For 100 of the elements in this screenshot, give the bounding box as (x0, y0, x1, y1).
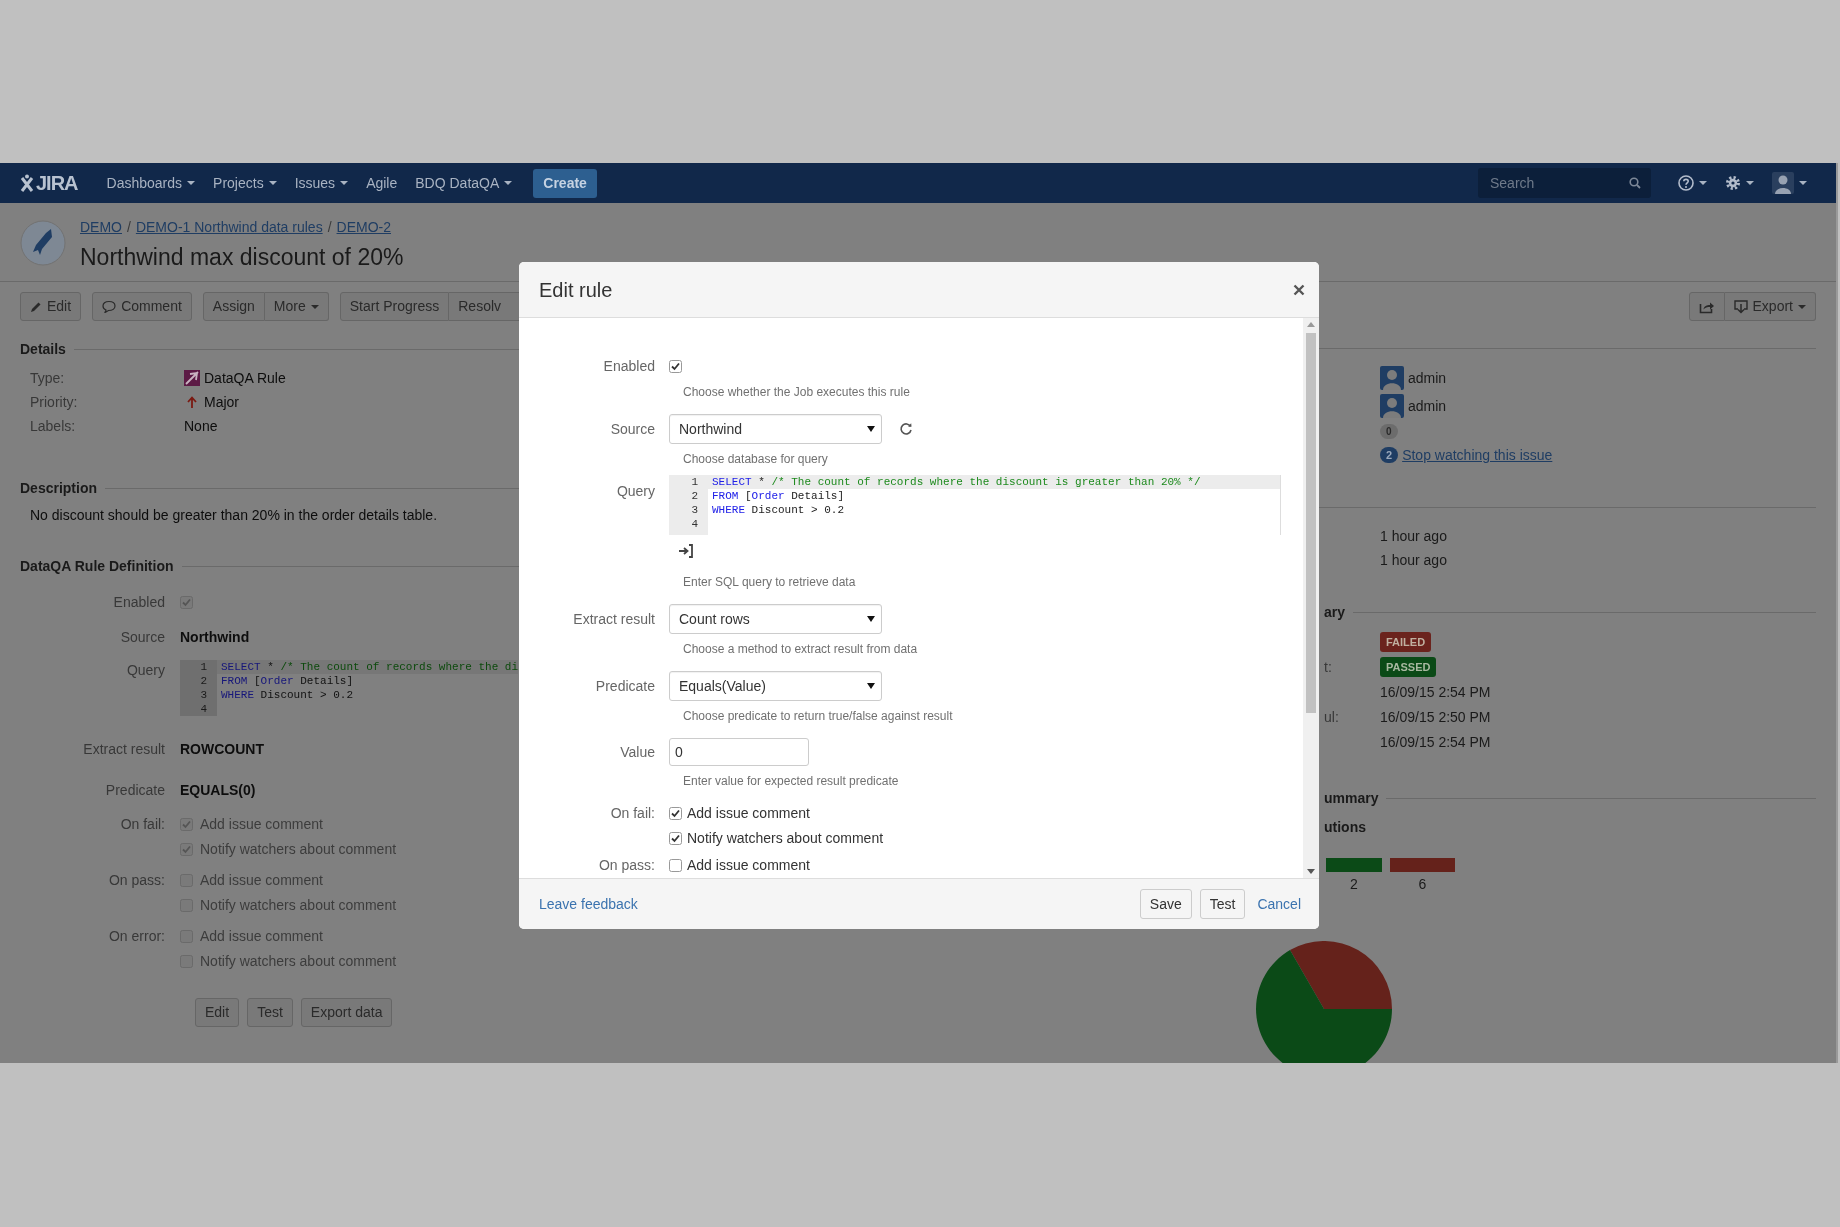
field-value: ROWCOUNT (180, 739, 264, 759)
breadcrumb-link[interactable]: DEMO-1 Northwind data rules (135, 217, 323, 238)
toolbar-button[interactable]: Export (1724, 292, 1816, 321)
help-text: Choose a method to extract result from data (683, 641, 919, 658)
checkbox[interactable] (669, 360, 682, 373)
field-label: t: (1324, 658, 1332, 675)
date-text: 16/09/15 2:54 PM (1380, 732, 1491, 752)
field-label: Enabled (602, 357, 656, 376)
breadcrumb-separator: / (327, 218, 332, 237)
down-arrow-icon[interactable] (1307, 869, 1315, 874)
dropdown-arrow-icon (867, 616, 875, 622)
field-label: Labels: (29, 416, 77, 436)
watch-link[interactable]: Stop watching this issue (1402, 444, 1553, 466)
field-value: DataQA Rule (204, 368, 286, 388)
dropdown-arrow-icon (867, 683, 875, 689)
user-name: admin (1408, 368, 1447, 388)
field-label: On pass: (597, 856, 656, 875)
line-number: 1 (199, 660, 207, 674)
checkbox[interactable] (180, 842, 193, 856)
breadcrumb-link[interactable]: DEMO-2 (336, 217, 391, 238)
description-text: No discount should be greater than 20% in the order details table. (30, 507, 438, 523)
toolbar-button[interactable]: Assign (202, 292, 265, 321)
dialog-button[interactable]: Test (1199, 889, 1246, 919)
checkbox-label: Notify watchers about comment (200, 839, 397, 859)
code-line: FROM [Order Details] (711, 489, 846, 503)
toolbar-button[interactable]: Edit (20, 292, 82, 321)
line-number: 1 (690, 475, 698, 489)
field-label: Predicate (594, 676, 656, 696)
bar-label: 6 (1418, 875, 1427, 894)
vote-count: 0 (1380, 423, 1398, 439)
field-value: EQUALS(0) (180, 780, 256, 800)
create-button[interactable]: Create (533, 168, 597, 198)
value-field[interactable]: 0 (669, 738, 809, 766)
share-button[interactable] (1688, 292, 1725, 321)
avatar-icon (1772, 172, 1794, 194)
nav-menu[interactable]: BDQ DataQA (406, 163, 522, 203)
line-number: 4 (199, 702, 207, 716)
rule-button[interactable]: Export data (300, 998, 393, 1027)
caret-icon (1746, 181, 1754, 185)
field-label: On fail: (119, 814, 166, 834)
rule-button[interactable]: Edit (195, 998, 240, 1027)
line-number: 3 (690, 503, 698, 517)
field-label: Priority: (29, 392, 79, 412)
up-arrow-icon[interactable] (1307, 322, 1315, 327)
help-text: Choose whether the Job executes this rule (683, 384, 911, 401)
checkbox-label: Add issue comment (200, 814, 323, 834)
rule-button[interactable]: Test (247, 998, 293, 1027)
toolbar-button[interactable]: More (264, 292, 329, 321)
nav-menu[interactable]: Agile (357, 163, 407, 203)
checkbox-label: Add issue comment (687, 856, 810, 875)
field-label: Extract result (572, 609, 656, 629)
date-text: 16/09/15 2:54 PM (1380, 682, 1491, 702)
dropdown-field[interactable]: Northwind (669, 414, 882, 444)
logo-icon (20, 174, 34, 192)
checkbox[interactable] (669, 859, 682, 872)
field-label: Value (619, 742, 656, 762)
field-label: Source (119, 627, 166, 647)
section-heading: ummary (1324, 788, 1816, 809)
scrollbar-thumb[interactable] (1306, 333, 1316, 713)
help-icon (1678, 175, 1694, 191)
field-value: Major (204, 392, 239, 412)
dropdown-field[interactable]: Count rows (669, 604, 882, 634)
breadcrumb-link[interactable]: DEMO (80, 217, 122, 238)
checkbox[interactable] (669, 832, 682, 845)
refresh-icon[interactable] (899, 422, 913, 436)
insert-icon[interactable] (678, 543, 694, 559)
nav-menu[interactable]: Projects (204, 163, 286, 203)
bar-label: 2 (1350, 875, 1358, 894)
status-badge: FAILED (1380, 631, 1432, 653)
checkbox[interactable] (180, 595, 193, 609)
pencil-icon (30, 300, 42, 313)
up-arrow-icon (184, 395, 200, 409)
help-text: Choose predicate to return true/false against result (683, 708, 954, 725)
download-icon (1733, 299, 1748, 314)
close-button[interactable] (1293, 283, 1305, 296)
feedback-link[interactable]: Leave feedback (539, 893, 638, 915)
caret-icon (1699, 181, 1707, 185)
code-line: WHERE Discount > 0.2 (711, 503, 846, 517)
caret-icon (1799, 181, 1807, 185)
scrollbar[interactable] (1303, 318, 1319, 878)
code-editor[interactable]: 1 2 3 4 SELECT * /* The count of records where the discount is greater than 20% */ FROM [Order Details] WHERE Discount > 0.2 (669, 475, 1281, 535)
nav-menu[interactable]: Dashboards (97, 163, 205, 203)
nav-menu[interactable]: Issues (285, 163, 358, 203)
checkbox[interactable] (669, 807, 682, 820)
field-label: ul: (1324, 708, 1339, 725)
checkbox[interactable] (180, 817, 193, 831)
dialog-button[interactable]: Save (1139, 889, 1192, 919)
date-text: 1 hour ago (1380, 550, 1447, 570)
line-number: 2 (199, 674, 207, 688)
toolbar-button[interactable]: Start Progress (339, 292, 450, 321)
search-field[interactable]: Search (1488, 171, 1608, 195)
checkbox-label: Add issue comment (200, 870, 323, 890)
field-label: Source (609, 419, 656, 439)
help-text: Enter value for expected result predicate (683, 773, 900, 790)
chart-title: utions (1324, 818, 1367, 837)
field-label: Enabled (112, 592, 166, 612)
toolbar-button[interactable]: Comment (92, 292, 192, 321)
dropdown-field[interactable]: Equals(Value) (669, 671, 882, 701)
cancel-link[interactable]: Cancel (1257, 893, 1301, 915)
search-box[interactable]: Search (1478, 168, 1651, 198)
